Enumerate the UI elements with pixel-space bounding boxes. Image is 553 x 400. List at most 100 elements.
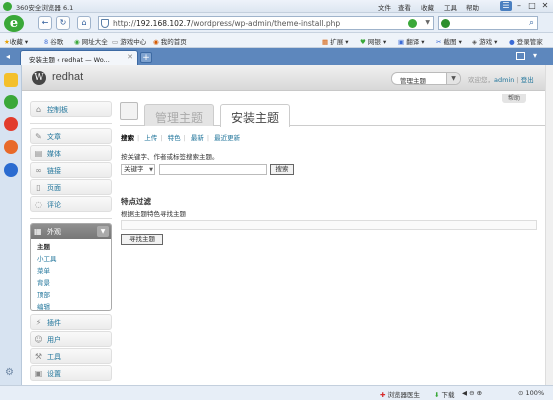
chevron-down-icon[interactable]: ▼ <box>97 226 109 237</box>
comment-icon: ◌ <box>35 200 42 209</box>
close-window-button[interactable]: ✕ <box>539 1 551 11</box>
search-box[interactable]: ⌕ <box>438 16 538 30</box>
tab-theme-install[interactable]: 安装主题 ‹ redhat — Wo... ✕ <box>20 50 138 65</box>
restore-icon[interactable] <box>516 52 525 60</box>
menu-comments[interactable]: ◌ 评论 <box>30 196 112 212</box>
menu-posts[interactable]: ✎ 文章 <box>30 128 112 144</box>
app-icon[interactable] <box>4 140 18 154</box>
extensions-button[interactable]: ▦ 扩展 ▾ <box>322 36 349 46</box>
browser-titlebar: 360安全浏览器 6.1 文件 查看 收藏 工具 帮助 ☰ – □ ✕ <box>0 0 553 13</box>
gamepad-icon: ◈ <box>472 38 477 46</box>
menu-plugins[interactable]: ⚡ 插件 <box>30 314 112 330</box>
url-text: http://192.168.102.7/wordpress/wp-admin/… <box>113 19 341 28</box>
favorites-menu[interactable]: ★收藏 ▾ <box>4 36 28 46</box>
netbank-button[interactable]: ♥ 网银 ▾ <box>360 36 386 46</box>
menu-pages[interactable]: ▯ 页面 <box>30 179 112 195</box>
tab-menu-icon[interactable]: ▾ <box>533 51 537 60</box>
submenu-menus[interactable]: 菜单 <box>37 265 50 275</box>
new-tab-button[interactable]: + <box>140 52 152 63</box>
app-store-icon[interactable] <box>4 163 18 177</box>
menu-settings[interactable]: ▣ 设置 <box>30 365 112 381</box>
games-button[interactable]: ◈ 游戏 ▾ <box>472 36 497 46</box>
zoom-in-icon: ⊕ <box>476 389 483 397</box>
site-name[interactable]: redhat <box>52 71 83 83</box>
zoom-icon: ⊙ <box>518 389 524 397</box>
search-input[interactable] <box>159 164 267 175</box>
link-upload[interactable]: 上传 <box>144 134 157 142</box>
favorites-star-icon[interactable] <box>4 73 18 87</box>
browser-logo-icon <box>3 2 12 11</box>
weibo-icon[interactable] <box>4 117 18 131</box>
submenu-widgets[interactable]: 小工具 <box>37 253 57 263</box>
plus-icon: ✚ <box>380 391 386 399</box>
screenshot-button[interactable]: ✂ 截图 ▾ <box>436 36 462 46</box>
tab-install-themes[interactable]: 安装主题 <box>220 104 291 127</box>
status-icons[interactable]: ◀ ⊖ ⊕ <box>462 389 482 397</box>
clock-icon[interactable] <box>4 95 18 109</box>
menu-separator <box>30 218 112 219</box>
submenu-themes[interactable]: 主题 <box>37 241 50 251</box>
search-button[interactable]: 搜索 <box>270 164 294 175</box>
menu-tools[interactable]: 工具 <box>444 2 457 12</box>
menu-users[interactable]: ☺ 用户 <box>30 331 112 347</box>
link-recently-updated[interactable]: 最近更新 <box>214 134 240 142</box>
submenu-background[interactable]: 背景 <box>37 277 50 287</box>
zoom-level[interactable]: ⊙ 100% <box>518 389 544 397</box>
submenu-header[interactable]: 顶部 <box>37 289 50 299</box>
appearance-header[interactable]: ▦ 外观 ▼ <box>31 224 111 239</box>
menu-help[interactable]: 帮助 <box>466 2 479 12</box>
address-dropdown-icon[interactable]: ▼ <box>425 19 430 26</box>
vertical-scrollbar[interactable] <box>545 65 553 385</box>
fav-hao[interactable]: ◉ 网址大全 <box>74 36 108 46</box>
favorite-actions[interactable]: 管理主题 ▼ <box>391 72 461 85</box>
maximize-button[interactable]: □ <box>526 1 538 11</box>
search-engine-icon[interactable] <box>441 19 450 28</box>
menu-links[interactable]: ∞ 链接 <box>30 162 112 178</box>
close-tab-icon[interactable]: ✕ <box>127 53 133 61</box>
find-themes-button[interactable]: 寻找主题 <box>121 234 163 245</box>
page-compat-icon[interactable] <box>408 19 417 28</box>
users-icon: ☺ <box>34 335 43 344</box>
link-featured[interactable]: 特色 <box>168 134 181 142</box>
tab-manage-themes[interactable]: 管理主题 <box>144 104 215 126</box>
search-type-select[interactable]: 关键字 ▼ <box>121 164 155 175</box>
chevron-down-icon[interactable]: ▼ <box>446 73 460 84</box>
menu-dashboard[interactable]: ⌂ 控制板 <box>30 101 112 117</box>
address-bar[interactable]: http://192.168.102.7/wordpress/wp-admin/… <box>98 16 434 30</box>
logout-link[interactable]: 登出 <box>521 76 534 84</box>
settings-gear-icon[interactable]: ⚙ <box>5 367 14 378</box>
fav-google[interactable]: 8 谷歌 <box>44 36 63 46</box>
link-newest[interactable]: 最新 <box>191 134 204 142</box>
login-manager-button[interactable]: ● 登录管家 <box>509 36 543 46</box>
chevron-down-icon: ▼ <box>149 167 153 173</box>
zoom-out-icon: ⊖ <box>469 389 475 397</box>
back-button[interactable]: ← <box>38 16 52 30</box>
download-button[interactable]: ⬇ 下载 <box>434 389 455 399</box>
web-content: W redhat 管理主题 ▼ 欢迎您，admin | 登出 帮助 ⌂ 控制板 ✎… <box>22 65 553 385</box>
translate-button[interactable]: ▣ 翻译 ▾ <box>398 36 425 46</box>
minimize-button[interactable]: – <box>513 1 525 11</box>
submenu-editor[interactable]: 编辑 <box>37 301 50 311</box>
menu-separator <box>30 123 112 124</box>
fav-myhome[interactable]: ◉ 我的首页 <box>153 36 187 46</box>
window-title: 360安全浏览器 6.1 <box>16 4 74 12</box>
search-icon[interactable]: ⌕ <box>529 18 534 28</box>
menu-appearance[interactable]: ▦ 外观 ▼ 主题 小工具 菜单 背景 顶部 编辑 <box>30 223 112 311</box>
menu-favorites[interactable]: 收藏 <box>421 2 434 12</box>
skin-icon[interactable]: ☰ <box>500 1 512 11</box>
link-search[interactable]: 搜索 <box>121 134 134 142</box>
browser-doctor[interactable]: ✚ 浏览器医生 <box>380 389 420 399</box>
fav-games[interactable]: ▭ 游戏中心 <box>112 36 146 46</box>
menu-file[interactable]: 文件 <box>378 2 391 12</box>
menu-view[interactable]: 查看 <box>398 2 411 12</box>
menu-tools[interactable]: ⚒ 工具 <box>30 348 112 364</box>
tab-list-icon[interactable]: ◂ <box>6 52 10 61</box>
home-icon: ◉ <box>74 38 80 46</box>
home-button[interactable]: ⌂ <box>77 16 91 30</box>
menu-media[interactable]: ▤ 媒体 <box>30 145 112 161</box>
favorites-bar: ★收藏 ▾ 8 谷歌 ◉ 网址大全 ▭ 游戏中心 ◉ 我的首页 ▦ 扩展 ▾ ♥… <box>0 33 553 48</box>
user-link[interactable]: admin <box>494 76 514 84</box>
refresh-button[interactable]: ↻ <box>56 16 70 30</box>
feature-filter-description: 根据主题特色寻找主题 <box>121 210 186 218</box>
page-icon: ▯ <box>36 183 41 192</box>
